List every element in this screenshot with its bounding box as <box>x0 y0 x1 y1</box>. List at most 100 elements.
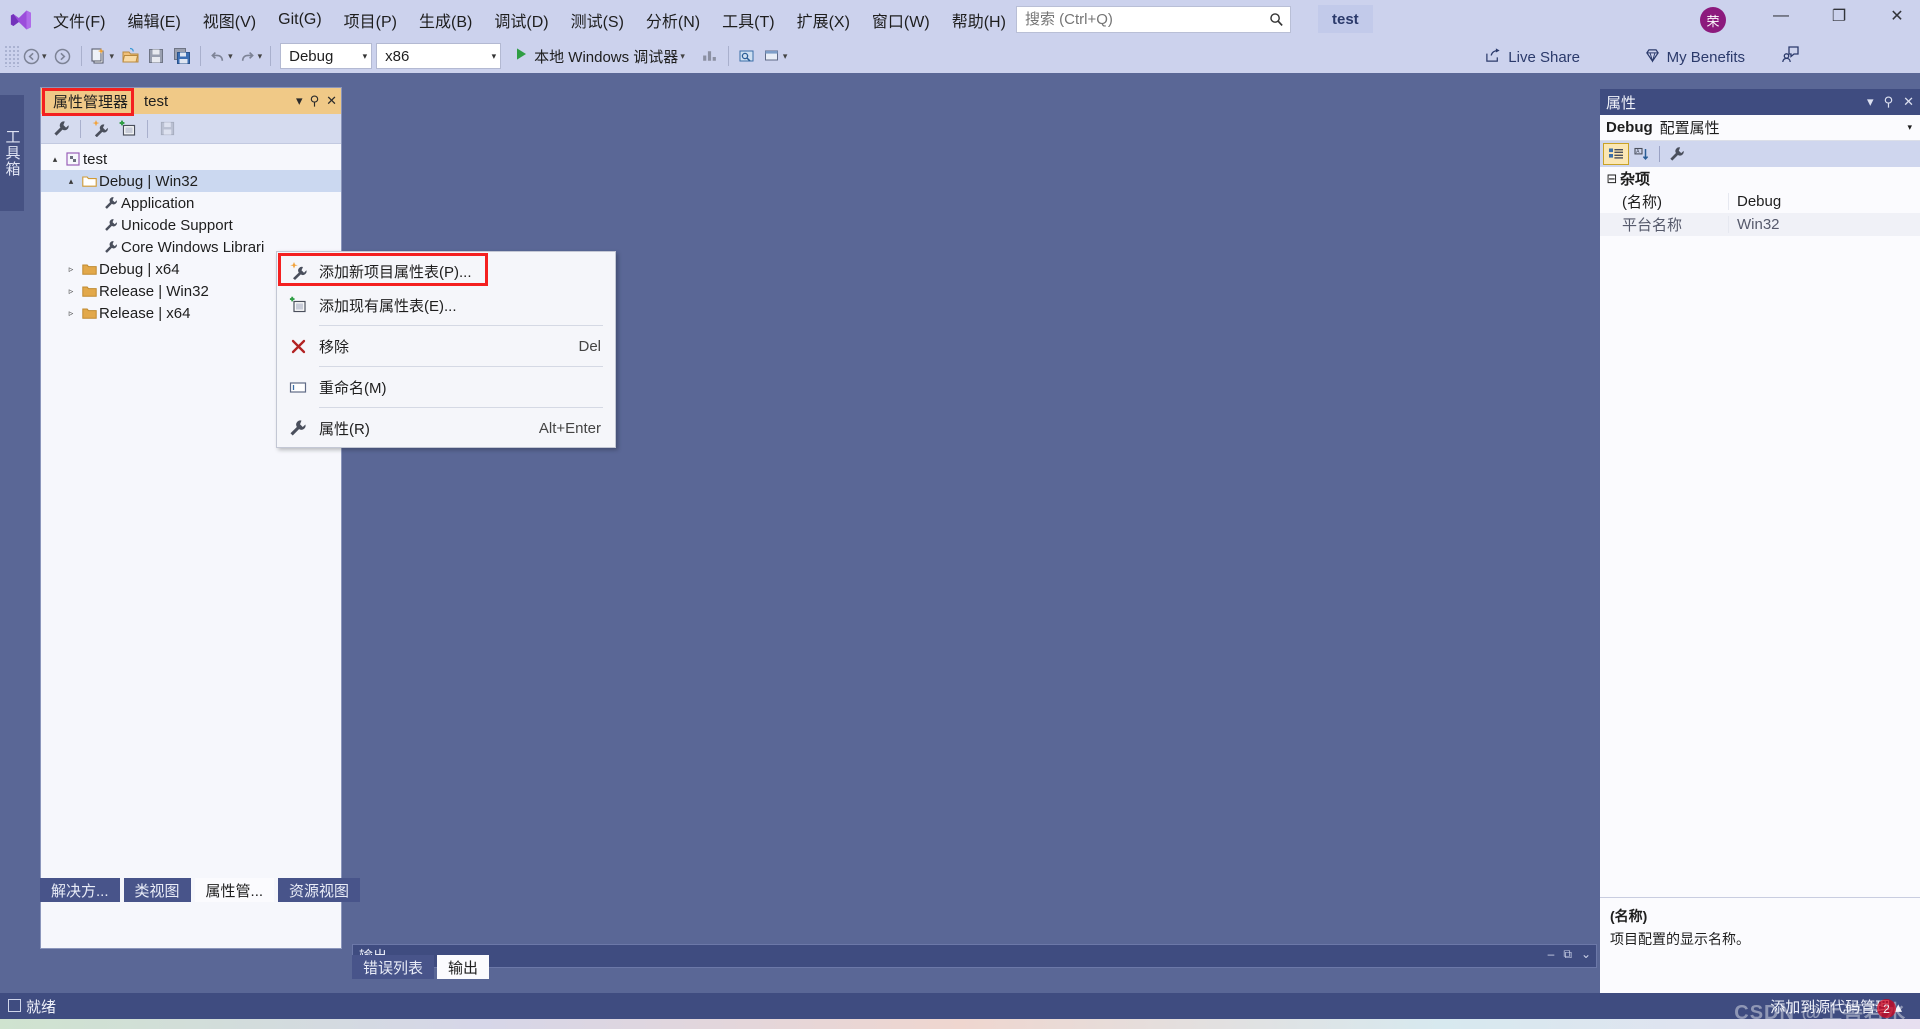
add-existing-property-sheet-icon[interactable] <box>114 117 142 141</box>
toolbox-tab[interactable]: 工具箱 <box>0 95 24 211</box>
properties-grid[interactable]: ⊟ 杂项 (名称) Debug 平台名称 Win32 <box>1600 167 1920 897</box>
live-share-button[interactable]: Live Share <box>1485 45 1580 69</box>
performance-profiler-button[interactable] <box>697 42 723 70</box>
navigate-backward-button[interactable]: ▾ <box>20 42 50 70</box>
chevron-down-icon[interactable]: ▾ <box>1907 122 1912 133</box>
properties-category-misc[interactable]: ⊟ 杂项 <box>1600 167 1920 190</box>
alphabetical-sort-icon[interactable]: A <box>1629 143 1655 165</box>
remove-x-icon <box>277 338 319 355</box>
tree-node-project[interactable]: ▴ test <box>41 148 341 170</box>
property-row-platform-name[interactable]: 平台名称 Win32 <box>1600 213 1920 236</box>
search-input[interactable] <box>1017 7 1262 32</box>
save-button[interactable] <box>143 42 169 70</box>
property-pages-wrench-icon[interactable] <box>1664 143 1690 165</box>
window-layout-button[interactable]: ▾ <box>760 42 791 70</box>
property-manager-tab-label[interactable]: 属性管理器 <box>45 88 136 115</box>
chevron-down-icon[interactable]: ▾ <box>482 51 497 62</box>
menu-help[interactable]: 帮助(H) <box>941 0 1017 39</box>
minimize-icon[interactable]: – <box>1548 947 1555 962</box>
tree-node-unicode-support[interactable]: Unicode Support <box>41 214 341 236</box>
context-menu-item-add-existing-property-sheet[interactable]: 添加现有属性表(E)... <box>277 288 615 322</box>
search-icon[interactable] <box>1262 12 1290 27</box>
undo-button[interactable]: ▾ <box>206 42 236 70</box>
menu-view[interactable]: 视图(V) <box>192 0 267 39</box>
collapse-icon[interactable]: ⊟ <box>1604 171 1620 187</box>
menu-project[interactable]: 项目(P) <box>333 0 408 39</box>
property-value[interactable]: Win32 <box>1728 216 1920 233</box>
solution-configuration-combo[interactable]: Debug ▾ <box>280 43 373 69</box>
properties-wrench-icon[interactable] <box>47 117 75 141</box>
context-menu[interactable]: 添加新项目属性表(P)... 添加现有属性表(E)... 移除 Del 重命名(… <box>276 251 616 448</box>
solution-platform-combo[interactable]: x86 ▾ <box>376 43 502 69</box>
restore-button[interactable]: ❐ <box>1816 0 1862 32</box>
menu-git[interactable]: Git(G) <box>267 0 333 39</box>
tab-resource-view[interactable]: 资源视图 <box>278 878 361 902</box>
solution-name-chip[interactable]: test <box>1318 5 1373 33</box>
menu-test[interactable]: 测试(S) <box>560 0 635 39</box>
menu-build[interactable]: 生成(B) <box>408 0 483 39</box>
redo-button[interactable]: ▾ <box>236 42 266 70</box>
close-icon[interactable]: ⌄ <box>1581 947 1591 962</box>
property-sheet-icon <box>101 218 121 232</box>
categorized-view-icon[interactable] <box>1603 143 1629 165</box>
tab-output[interactable]: 输出 <box>437 955 490 979</box>
menu-tools[interactable]: 工具(T) <box>711 0 785 39</box>
start-debugging-button[interactable]: 本地 Windows 调试器 ▾ <box>509 42 691 70</box>
tab-solution-explorer[interactable]: 解决方... <box>40 878 120 902</box>
expander-icon[interactable]: ▹ <box>63 264 79 275</box>
tab-class-view[interactable]: 类视图 <box>123 878 191 902</box>
tab-error-list[interactable]: 错误列表 <box>352 955 435 979</box>
properties-object-selector[interactable]: Debug 配置属性 ▾ <box>1600 115 1920 141</box>
avatar[interactable]: 荣 <box>1700 7 1726 33</box>
play-icon <box>515 47 528 66</box>
pin-icon[interactable]: ⚲ <box>310 93 320 109</box>
close-icon[interactable]: ✕ <box>326 93 337 109</box>
menu-window[interactable]: 窗口(W) <box>861 0 941 39</box>
tree-node-label: Core Windows Librari <box>121 238 265 256</box>
chevron-down-icon[interactable]: ▾ <box>110 51 115 62</box>
menu-analyze[interactable]: 分析(N) <box>635 0 711 39</box>
float-icon[interactable]: ⧉ <box>1563 947 1572 962</box>
preview-changes-button[interactable] <box>734 42 760 70</box>
tree-node-debug-win32[interactable]: ▴ Debug | Win32 <box>41 170 341 192</box>
expander-icon[interactable]: ▴ <box>47 154 63 165</box>
context-menu-item-remove[interactable]: 移除 Del <box>277 329 615 363</box>
chevron-down-icon[interactable]: ▾ <box>680 51 685 62</box>
property-value[interactable]: Debug <box>1728 193 1920 210</box>
menu-edit[interactable]: 编辑(E) <box>116 0 191 39</box>
save-all-button[interactable] <box>169 42 195 70</box>
new-item-button[interactable]: ▾ <box>87 42 118 70</box>
open-file-button[interactable] <box>117 42 143 70</box>
chevron-down-icon[interactable]: ▾ <box>353 51 368 62</box>
minimize-button[interactable]: — <box>1758 0 1804 32</box>
send-feedback-icon[interactable] <box>1781 45 1800 68</box>
chevron-down-icon[interactable]: ▾ <box>783 51 788 62</box>
tab-property-manager[interactable]: 属性管... <box>194 878 275 902</box>
add-new-property-sheet-icon[interactable] <box>86 117 114 141</box>
chevron-down-icon[interactable]: ▾ <box>228 51 233 62</box>
expander-icon[interactable]: ▹ <box>63 286 79 297</box>
pin-icon[interactable]: ⚲ <box>1884 94 1894 110</box>
navigate-forward-button[interactable] <box>50 42 76 70</box>
toolbar-grip[interactable] <box>4 45 20 67</box>
menu-file[interactable]: 文件(F) <box>42 0 116 39</box>
menu-extensions[interactable]: 扩展(X) <box>786 0 861 39</box>
close-icon[interactable]: ✕ <box>1903 94 1914 110</box>
my-benefits-button[interactable]: My Benefits <box>1644 45 1745 69</box>
expander-icon[interactable]: ▴ <box>63 176 79 187</box>
context-menu-item-properties[interactable]: 属性(R) Alt+Enter <box>277 411 615 445</box>
context-menu-item-rename[interactable]: 重命名(M) <box>277 370 615 404</box>
chevron-down-icon[interactable]: ▾ <box>42 51 47 62</box>
chevron-down-icon[interactable]: ▾ <box>296 93 303 109</box>
search-box[interactable] <box>1016 6 1291 33</box>
chevron-down-icon[interactable]: ▾ <box>258 51 263 62</box>
tree-node-application[interactable]: Application <box>41 192 341 214</box>
tree-node-label: Application <box>121 194 195 212</box>
separator <box>1659 146 1660 162</box>
chevron-down-icon[interactable]: ▾ <box>1867 94 1874 110</box>
property-row-name[interactable]: (名称) Debug <box>1600 190 1920 213</box>
menu-debug[interactable]: 调试(D) <box>483 0 559 39</box>
expander-icon[interactable]: ▹ <box>63 308 79 319</box>
close-button[interactable]: ✕ <box>1874 0 1920 32</box>
context-menu-item-add-new-property-sheet[interactable]: 添加新项目属性表(P)... <box>277 254 615 288</box>
